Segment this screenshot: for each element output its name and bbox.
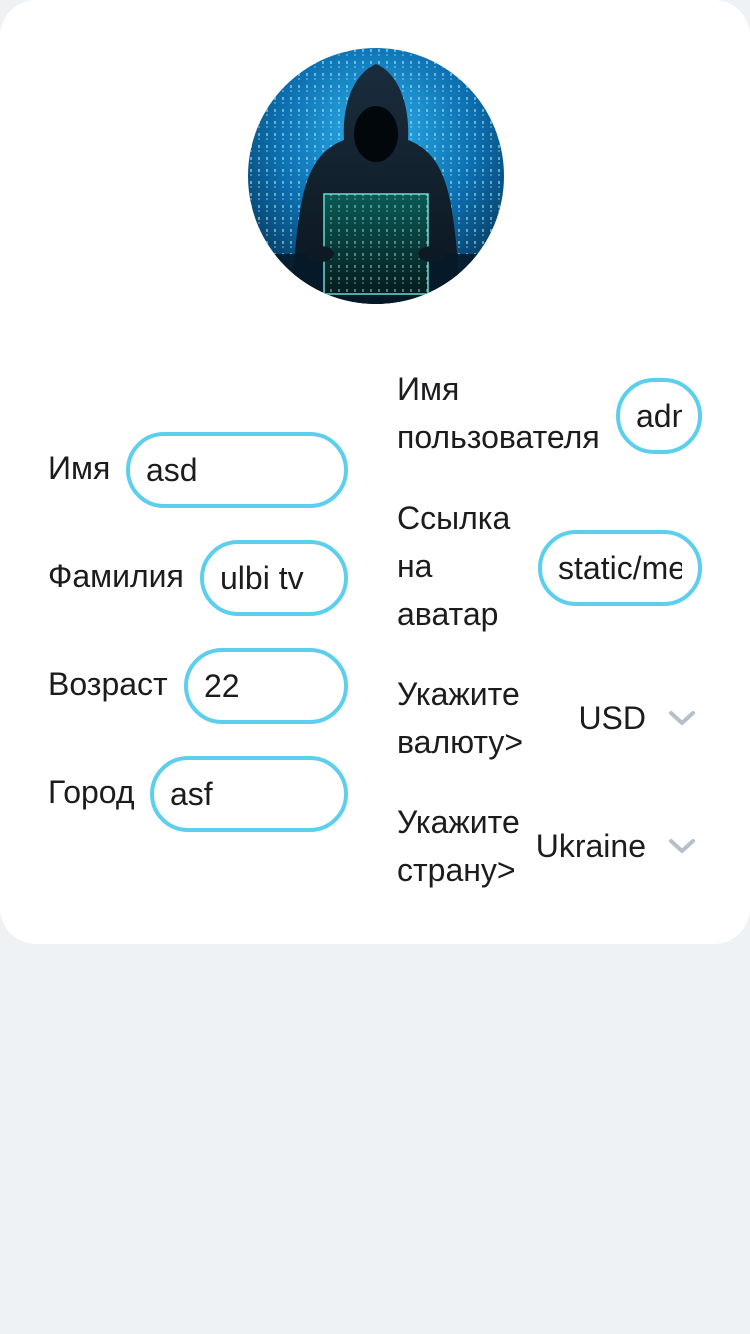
username-label: Имя пользователя	[397, 365, 600, 461]
country-label-line1: Укажите	[397, 804, 520, 840]
username-input[interactable]	[616, 378, 702, 454]
profile-card: Имя Фамилия Возраст Город Имя пользовате…	[0, 0, 750, 944]
username-label-line1: Имя	[397, 371, 460, 407]
hacker-avatar-image	[248, 48, 504, 304]
country-select[interactable]: Ukraine	[522, 816, 702, 876]
avatar	[248, 48, 504, 304]
chevron-down-icon	[662, 837, 702, 855]
avatar-link-label-line1: Ссылка	[397, 500, 511, 536]
avatar-link-input[interactable]	[538, 530, 702, 606]
currency-select[interactable]: USD	[530, 688, 702, 748]
first-name-input[interactable]	[126, 432, 348, 508]
age-input[interactable]	[184, 648, 348, 724]
city-input[interactable]	[150, 756, 348, 832]
avatar-link-label-line2: на	[397, 548, 433, 584]
username-label-line2: пользователя	[397, 419, 600, 455]
currency-label-line2: валюту>	[397, 724, 524, 760]
country-select-value: Ukraine	[535, 827, 646, 864]
country-label-line2: страну>	[397, 852, 516, 888]
first-name-label: Имя	[48, 450, 111, 486]
currency-label: Укажите валюту>	[397, 670, 523, 766]
chevron-down-icon	[662, 709, 702, 727]
avatar-link-label: Ссылка на аватар	[397, 494, 510, 638]
last-name-input[interactable]	[200, 540, 348, 616]
age-label: Возраст	[48, 666, 168, 702]
country-label: Укажите страну>	[397, 798, 520, 894]
currency-label-line1: Укажите	[397, 676, 520, 712]
avatar-link-label-line3: аватар	[397, 596, 499, 632]
last-name-label: Фамилия	[48, 558, 184, 594]
city-label: Город	[48, 774, 135, 810]
currency-select-value: USD	[578, 699, 646, 736]
